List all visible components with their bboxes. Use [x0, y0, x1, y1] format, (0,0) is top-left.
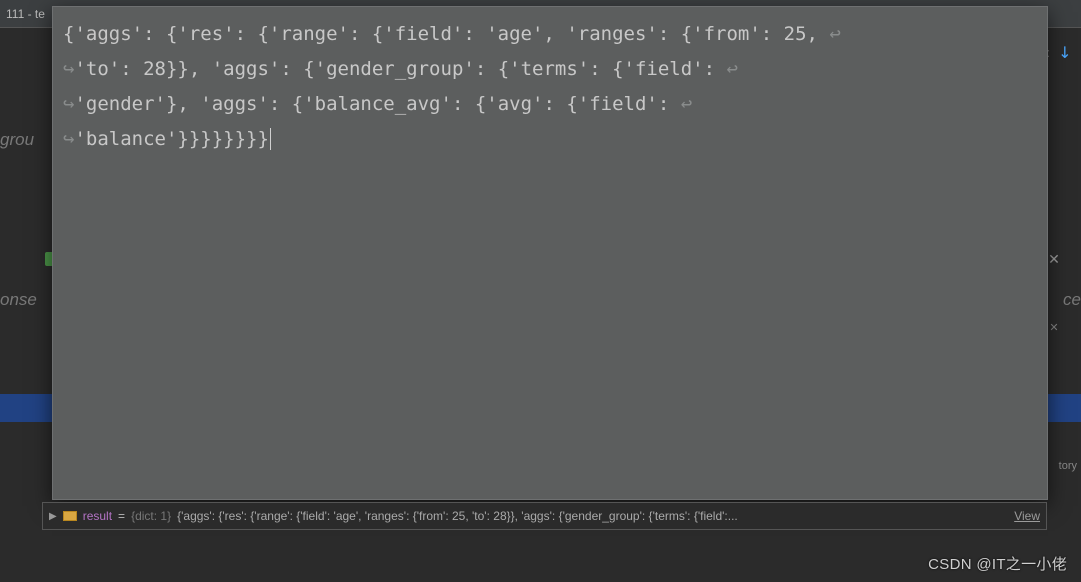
popup-line-3: 'gender'}, 'aggs': {'balance_avg': {'avg… [74, 93, 680, 115]
bg-text-tory: tory [1059, 460, 1077, 472]
variable-value-preview: {'aggs': {'res': {'range': {'field': 'ag… [177, 509, 1002, 523]
watermark-text: CSDN @IT之一小佬 [928, 553, 1067, 574]
git-update-icon[interactable]: ↙ [1052, 40, 1076, 64]
soft-wrap-next-icon: ↩ [681, 93, 692, 115]
bg-text-ce: ce [1063, 290, 1081, 310]
soft-wrap-cont-icon: ↪ [63, 93, 74, 115]
popup-line-4: 'balance'}}}}}}}} [74, 128, 268, 150]
equals-sign: = [118, 509, 125, 523]
popup-line-1: {'aggs': {'res': {'range': {'field': 'ag… [63, 23, 829, 45]
popup-text[interactable]: {'aggs': {'res': {'range': {'field': 'ag… [63, 17, 1031, 158]
text-caret [270, 128, 271, 150]
panel-clear-button[interactable]: ✕ [1047, 320, 1061, 334]
expand-triangle-icon[interactable]: ▶ [49, 511, 57, 522]
dict-icon [63, 511, 77, 521]
soft-wrap-cont-icon: ↪ [63, 128, 74, 150]
view-link[interactable]: View [1008, 509, 1040, 523]
variable-type: {dict: 1} [131, 509, 171, 523]
variables-row[interactable]: ▶ result = {dict: 1} {'aggs': {'res': {'… [42, 502, 1047, 530]
soft-wrap-next-icon: ↩ [726, 58, 737, 80]
bg-text-onse: onse [0, 290, 37, 310]
soft-wrap-cont-icon: ↪ [63, 58, 74, 80]
variable-name: result [83, 509, 112, 523]
bg-text-grou: grou [0, 130, 34, 150]
evaluate-expression-popup[interactable]: {'aggs': {'res': {'range': {'field': 'ag… [52, 6, 1048, 500]
soft-wrap-next-icon: ↩ [829, 23, 840, 45]
popup-line-2: 'to': 28}}, 'aggs': {'gender_group': {'t… [74, 58, 726, 80]
tab-label-fragment: 111 - te [6, 7, 45, 21]
